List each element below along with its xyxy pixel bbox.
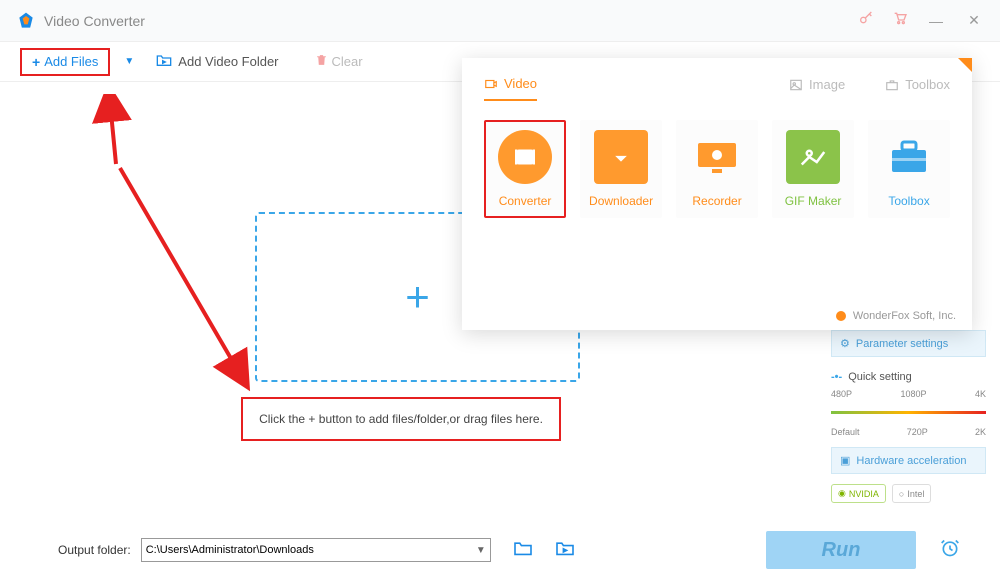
quick-setting-slider[interactable]	[831, 399, 986, 423]
recorder-icon	[694, 137, 740, 177]
titlebar: Video Converter — ✕	[0, 0, 1000, 42]
tab-image[interactable]: Image	[789, 76, 845, 101]
tool-downloader[interactable]: Downloader	[580, 120, 662, 218]
downloader-icon	[607, 143, 635, 171]
alarm-button[interactable]	[940, 538, 960, 563]
trash-icon	[315, 53, 328, 70]
tool-gif-maker[interactable]: GIF Maker	[772, 120, 854, 218]
tab-video[interactable]: Video	[484, 76, 537, 101]
add-folder-button[interactable]: Add Video Folder	[148, 49, 286, 74]
wonderfox-logo-icon	[835, 310, 847, 322]
popup-footer: WonderFox Soft, Inc.	[835, 310, 956, 322]
open-video-folder-button[interactable]	[555, 540, 575, 561]
tool-converter[interactable]: Converter	[484, 120, 566, 218]
folder-video-icon	[156, 53, 172, 70]
popup-tabs: Video Image Toolbox	[484, 76, 950, 102]
dropzone-hint: Click the + button to add files/folder,o…	[241, 397, 561, 441]
image-tab-icon	[789, 78, 803, 92]
hardware-accel-button[interactable]: ▣ Hardware acceleration	[831, 447, 986, 474]
sliders-icon: ⚙	[840, 337, 850, 350]
video-tab-icon	[484, 77, 498, 91]
quick-setting-ticks-bottom: Default 720P 2K	[831, 427, 986, 437]
add-files-label: Add Files	[44, 54, 98, 69]
dropzone-hint-text: Click the + button to add files/folder,o…	[259, 412, 543, 426]
converter-icon	[510, 142, 540, 172]
toolbox-tab-icon	[885, 78, 899, 92]
parameter-settings-label: Parameter settings	[856, 338, 948, 350]
toolbox-icon	[886, 138, 932, 176]
right-sidebar: ⚙ Parameter settings -•- Quick setting 4…	[831, 330, 986, 503]
output-folder-label: Output folder:	[58, 543, 131, 557]
quick-setting-ticks-top: 480P 1080P 4K	[831, 389, 986, 399]
popup-corner-icon	[958, 58, 972, 72]
key-icon[interactable]	[858, 10, 874, 31]
dropzone-plus-icon: +	[405, 273, 430, 321]
intel-badge: ○Intel	[892, 484, 931, 503]
clear-button[interactable]: Clear	[307, 49, 371, 74]
annotation-arrow-1	[90, 94, 260, 394]
minimize-button[interactable]: —	[926, 13, 946, 29]
intel-circle-icon: ○	[899, 489, 904, 499]
app-title: Video Converter	[44, 13, 145, 29]
plus-icon: +	[32, 54, 40, 70]
run-button[interactable]: Run	[766, 531, 916, 569]
add-files-dropdown-caret[interactable]: ▼	[124, 56, 134, 67]
cart-icon[interactable]	[892, 10, 908, 31]
quick-setting-icon: -•-	[831, 371, 842, 383]
bottom-bar: Output folder: C:\Users\Administrator\Do…	[0, 530, 1000, 570]
tool-toolbox[interactable]: Toolbox	[868, 120, 950, 218]
add-files-button[interactable]: + Add Files	[20, 48, 110, 76]
clear-label: Clear	[332, 54, 363, 69]
output-folder-path: C:\Users\Administrator\Downloads	[146, 544, 314, 556]
hw-vendor-badges: ◉NVIDIA ○Intel	[831, 484, 986, 503]
tab-toolbox[interactable]: Toolbox	[885, 76, 950, 101]
add-folder-label: Add Video Folder	[178, 54, 278, 69]
close-button[interactable]: ✕	[964, 12, 984, 29]
nvidia-eye-icon: ◉	[838, 488, 846, 499]
gif-icon	[798, 142, 828, 172]
chip-icon: ▣	[840, 454, 850, 467]
quick-setting-label: -•- Quick setting	[831, 367, 986, 389]
chevron-down-icon: ▼	[476, 545, 486, 556]
open-folder-button[interactable]	[513, 540, 533, 561]
parameter-settings-button[interactable]: ⚙ Parameter settings	[831, 330, 986, 357]
tool-recorder[interactable]: Recorder	[676, 120, 758, 218]
tool-grid: Converter Downloader Recorder GIF Maker …	[484, 120, 950, 218]
nvidia-badge: ◉NVIDIA	[831, 484, 886, 503]
tools-popup: Video Image Toolbox Converter Downloader…	[462, 58, 972, 330]
app-logo-icon	[16, 11, 36, 31]
output-folder-select[interactable]: C:\Users\Administrator\Downloads ▼	[141, 538, 491, 562]
